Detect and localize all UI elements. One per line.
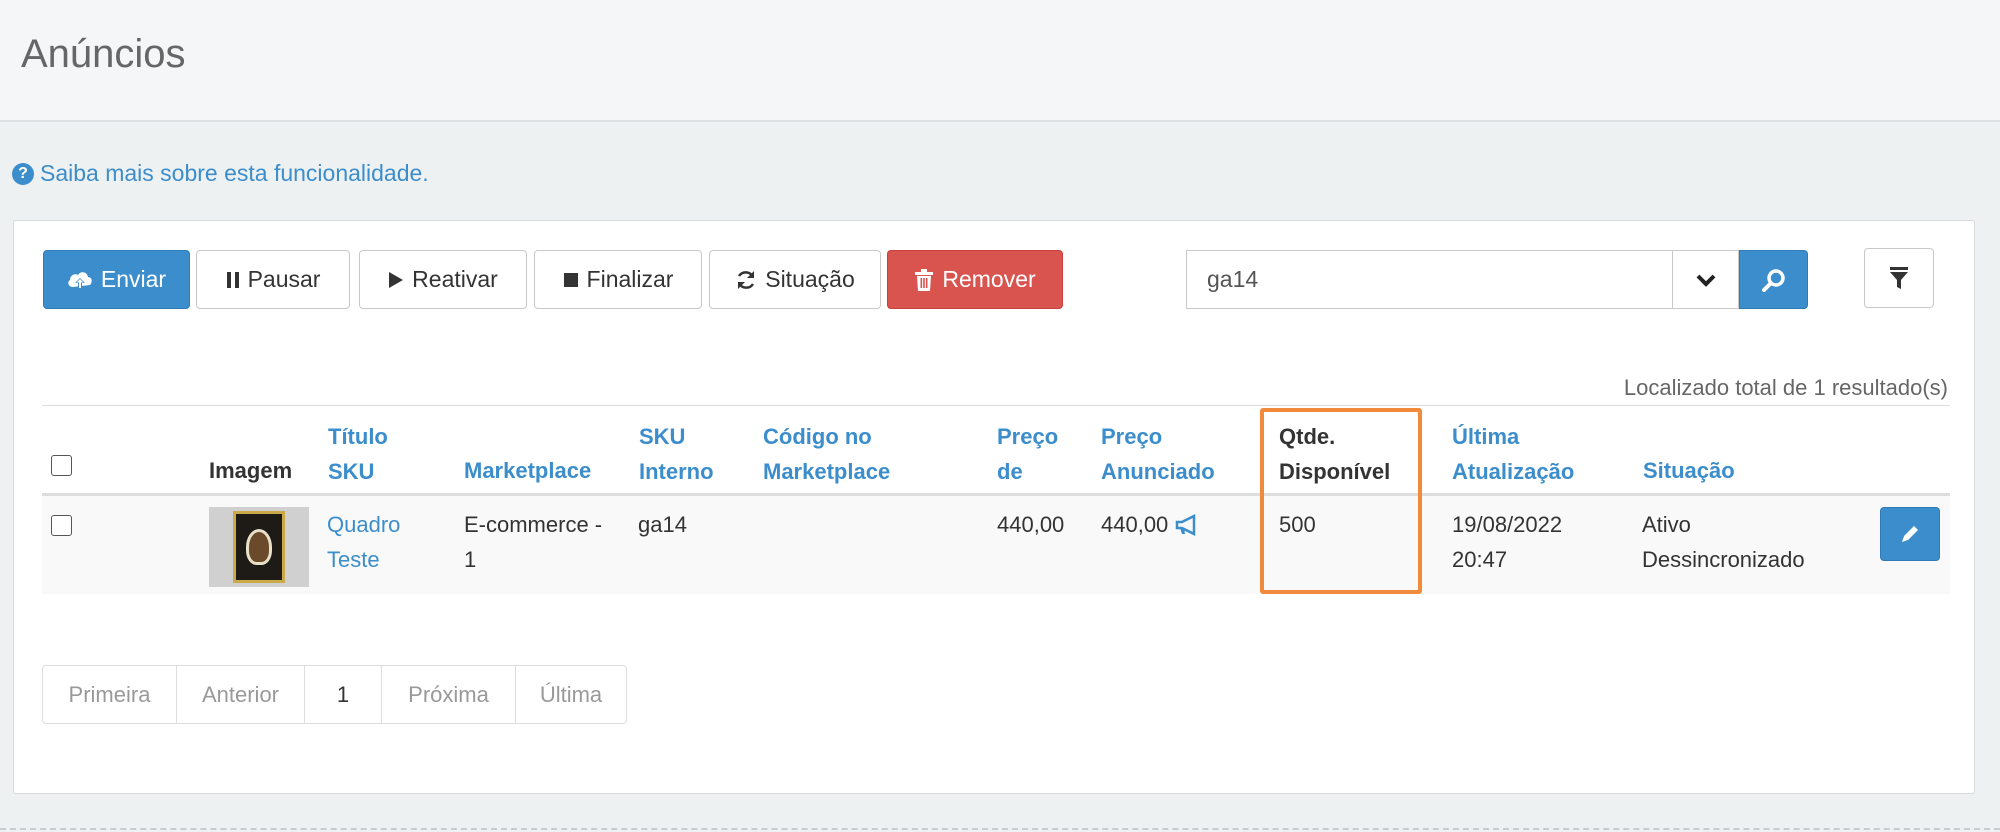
trash-icon	[915, 268, 934, 291]
page-header: Anúncios	[0, 0, 2000, 122]
row-listed-price-value: 440,00	[1101, 512, 1169, 537]
col-marketplace-code[interactable]: Código no Marketplace	[763, 419, 890, 489]
col-image: Imagem	[209, 458, 293, 483]
status-button-label: Situação	[765, 266, 855, 292]
filter-button[interactable]	[1864, 248, 1934, 308]
col-sku-interno[interactable]: SKU Interno	[639, 419, 714, 489]
row-marketplace-line1: E-commerce -	[464, 512, 603, 537]
row-sku: ga14	[638, 512, 687, 537]
col-title-label: Título	[328, 424, 388, 449]
listings-panel: Enviar Pausar Reativar Finalizar Situaçã…	[13, 220, 1975, 794]
col-listed-line2: Anunciado	[1101, 459, 1215, 484]
row-title-link[interactable]: Quadro Teste	[327, 507, 400, 577]
pause-button[interactable]: Pausar	[196, 250, 350, 309]
col-updated-line1: Última	[1452, 424, 1520, 449]
search-input[interactable]: ga14	[1186, 250, 1672, 309]
help-link-label: Saiba mais sobre esta funcionalidade.	[40, 160, 429, 186]
search-options-dropdown[interactable]	[1672, 250, 1739, 309]
chevron-down-icon	[1696, 274, 1715, 287]
page-next[interactable]: Próxima	[381, 665, 516, 724]
question-icon: ?	[12, 162, 34, 185]
refresh-icon	[738, 270, 755, 289]
col-sku-interno-line1: SKU	[639, 424, 686, 449]
col-sku-interno-line2: Interno	[639, 459, 714, 484]
finish-button-label: Finalizar	[586, 266, 674, 292]
col-marketplace[interactable]: Marketplace	[464, 453, 591, 488]
row-price: 440,00	[997, 512, 1065, 537]
col-updated-line2: Atualização	[1452, 459, 1575, 484]
col-code-line1: Código no	[763, 424, 872, 449]
play-icon	[389, 271, 404, 288]
page-last[interactable]: Última	[515, 665, 627, 724]
remove-button[interactable]: Remover	[887, 250, 1063, 309]
status-button[interactable]: Situação	[709, 250, 881, 309]
product-thumbnail[interactable]	[209, 507, 309, 587]
table-top-border	[42, 405, 1950, 406]
row-marketplace-line2: 1	[464, 547, 477, 572]
pause-icon	[226, 271, 239, 288]
col-title-sku[interactable]: Título SKU	[328, 419, 388, 489]
select-all-checkbox[interactable]	[51, 455, 72, 476]
col-price[interactable]: Preço de	[997, 419, 1058, 489]
help-link[interactable]: ? Saiba mais sobre esta funcionalidade.	[12, 160, 429, 187]
send-button-label: Enviar	[100, 266, 167, 292]
row-updated-time: 20:47	[1452, 547, 1508, 572]
col-status[interactable]: Situação	[1643, 453, 1735, 488]
filter-icon	[1890, 267, 1908, 289]
pencil-icon	[1902, 526, 1918, 542]
search-button[interactable]	[1739, 250, 1808, 309]
col-price-line2: de	[997, 459, 1023, 484]
col-sku-label: SKU	[328, 459, 375, 484]
edit-button[interactable]	[1880, 507, 1940, 561]
send-button[interactable]: Enviar	[43, 250, 190, 309]
page-first[interactable]: Primeira	[42, 665, 177, 724]
pagination: Primeira Anterior 1 Próxima Última	[42, 665, 627, 724]
results-total: Localizado total de 1 resultado(s)	[1623, 375, 1948, 400]
page-previous[interactable]: Anterior	[176, 665, 305, 724]
row-checkbox[interactable]	[51, 515, 72, 536]
row-title-line1: Quadro	[327, 512, 401, 537]
row-marketplace: E-commerce - 1	[464, 507, 602, 577]
page-title: Anúncios	[21, 32, 186, 76]
megaphone-icon[interactable]	[1174, 513, 1200, 536]
row-title-line2: Teste	[327, 547, 380, 572]
bottom-divider	[0, 828, 2000, 830]
painting-image	[233, 511, 285, 583]
row-status: Ativo Dessincronizado	[1642, 507, 1805, 577]
col-listed-line1: Preço	[1101, 424, 1163, 449]
row-status-line2: Dessincronizado	[1642, 547, 1805, 572]
reactivate-button-label: Reativar	[412, 266, 498, 292]
reactivate-button[interactable]: Reativar	[359, 250, 527, 309]
remove-button-label: Remover	[942, 266, 1036, 292]
page-current[interactable]: 1	[304, 665, 382, 724]
row-updated-date: 19/08/2022	[1452, 512, 1563, 537]
finish-button[interactable]: Finalizar	[534, 250, 702, 309]
quantity-highlight-box	[1260, 408, 1422, 594]
stop-icon	[563, 272, 578, 287]
row-listed-price: 440,00	[1101, 507, 1200, 542]
col-price-line1: Preço	[997, 424, 1059, 449]
pause-button-label: Pausar	[247, 266, 321, 292]
col-code-line2: Marketplace	[763, 459, 891, 484]
col-listed-price[interactable]: Preço Anunciado	[1101, 419, 1215, 489]
row-status-line1: Ativo	[1642, 512, 1691, 537]
search-icon	[1761, 268, 1785, 292]
row-last-update: 19/08/2022 20:47	[1452, 507, 1562, 577]
cloud-upload-icon	[68, 271, 92, 289]
col-last-update[interactable]: Última Atualização	[1452, 419, 1574, 489]
